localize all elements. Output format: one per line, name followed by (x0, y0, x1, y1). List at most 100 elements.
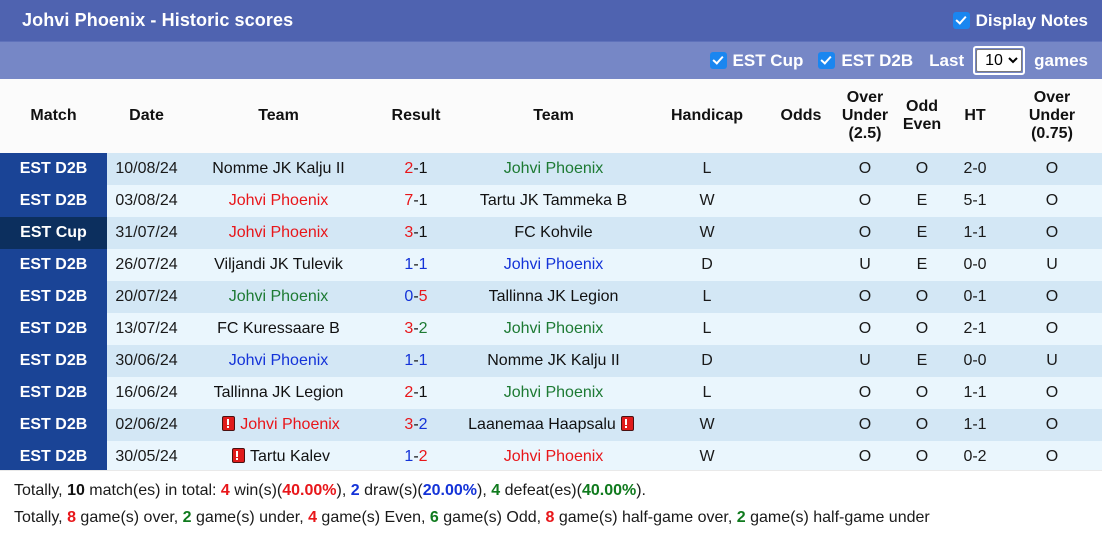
cell-home-team[interactable]: Johvi Phoenix (186, 216, 371, 249)
cell-odd-even: E (896, 216, 948, 249)
cell-league: EST D2B (0, 440, 107, 470)
league-badge: EST D2B (0, 376, 107, 409)
games-count-select[interactable]: 510152030 (976, 49, 1023, 72)
cell-away-team[interactable]: Johvi Phoenix (461, 440, 646, 470)
cell-over-under-075: O (1002, 408, 1102, 441)
cell-away-team[interactable]: Johvi Phoenix (461, 248, 646, 281)
cell-ht-score: 2-0 (948, 152, 1002, 185)
summary-line-results: Totally, 10 match(es) in total: 4 win(s)… (14, 477, 1102, 505)
cell-ht-score: 1-1 (948, 376, 1002, 409)
home-team-name: Nomme JK Kalju II (212, 159, 345, 177)
cell-league: EST D2B (0, 344, 107, 377)
red-card-icon (231, 447, 245, 463)
league-badge: EST D2B (0, 184, 107, 217)
cell-odds (768, 408, 834, 441)
table-row[interactable]: EST Cup 31/07/24 Johvi Phoenix 3-1 FC Kohvil… (0, 216, 1102, 249)
cell-away-team[interactable]: Nomme JK Kalju II (461, 344, 646, 377)
cell-home-team[interactable]: Nomme JK Kalju II (186, 152, 371, 185)
cell-over-under-075: O (1002, 280, 1102, 313)
historic-scores-panel: Johvi Phoenix - Historic scores Display … (0, 0, 1102, 540)
filter-est-d2b[interactable]: EST D2B (819, 51, 913, 71)
cell-date: 02/06/24 (107, 408, 186, 441)
home-team-name: FC Kuressaare B (217, 319, 340, 337)
cell-home-team[interactable]: Viljandi JK Tulevik (186, 248, 371, 281)
filter-est-cup[interactable]: EST Cup (710, 50, 804, 71)
col-over-under-25: Over Under (2.5) (834, 79, 896, 153)
cell-over-under-25: O (834, 312, 896, 345)
table-row[interactable]: EST D2B 20/07/24 Johvi Phoenix 0-5 Tallinna … (0, 280, 1102, 313)
cell-odd-even: O (896, 408, 948, 441)
cell-home-team[interactable]: Johvi Phoenix (186, 280, 371, 313)
cell-wdl: W (646, 440, 768, 470)
col-odd-even: Odd Even (896, 79, 948, 153)
cell-odd-even: E (896, 248, 948, 281)
display-notes-toggle[interactable]: Display Notes (953, 11, 1088, 31)
col-date: Date (107, 79, 186, 153)
cell-home-team[interactable]: Johvi Phoenix (186, 184, 371, 217)
cell-over-under-075: U (1002, 344, 1102, 377)
sum1-t8: ). (636, 481, 646, 499)
checkbox-checked-icon[interactable] (819, 53, 835, 68)
away-team-name: Tallinna JK Legion (488, 287, 619, 305)
cell-away-team[interactable]: Johvi Phoenix (461, 376, 646, 409)
summary-line-totals: Totally, 8 game(s) over, 2 game(s) under… (14, 504, 1102, 532)
score-home: 3 (404, 319, 414, 337)
cell-wdl: D (646, 248, 768, 281)
cell-league: EST D2B (0, 152, 107, 185)
cell-over-under-25: O (834, 216, 896, 249)
cell-away-team[interactable]: Johvi Phoenix (461, 312, 646, 345)
cell-date: 16/06/24 (107, 376, 186, 409)
score-home: 1 (404, 351, 414, 369)
cell-over-under-075: O (1002, 440, 1102, 470)
filter-est-cup-label: EST Cup (732, 50, 804, 70)
score-away: 1 (418, 191, 428, 209)
table-row[interactable]: EST D2B 10/08/24 Nomme JK Kalju II 2-1 Johvi… (0, 152, 1102, 185)
score-away: 2 (418, 319, 428, 337)
league-badge: EST D2B (0, 408, 107, 441)
table-row[interactable]: EST D2B 26/07/24 Viljandi JK Tulevik 1-1 Joh… (0, 248, 1102, 281)
cell-away-team[interactable]: Laanemaa Haapsalu (461, 408, 646, 441)
table-row[interactable]: EST D2B 02/06/24 Johvi Phoenix 3-2 Laanemaa … (0, 408, 1102, 441)
checkbox-checked-icon[interactable] (953, 13, 969, 28)
table-row[interactable]: EST D2B 30/05/24 Tartu Kalev 1-2 Johvi Phoen… (0, 440, 1102, 470)
score-away: 2 (418, 415, 428, 433)
cell-home-team[interactable]: Tallinna JK Legion (186, 376, 371, 409)
score-home: 3 (404, 415, 414, 433)
cell-odd-even: E (896, 184, 948, 217)
cell-result: 1-1 (371, 248, 461, 281)
col-ht: HT (948, 79, 1002, 153)
cell-home-team[interactable]: Tartu Kalev (186, 440, 371, 470)
cell-date: 10/08/24 (107, 152, 186, 185)
cell-over-under-075: U (1002, 248, 1102, 281)
sum1-wins: 4 (220, 481, 230, 499)
cell-over-under-075: O (1002, 184, 1102, 217)
cell-date: 13/07/24 (107, 312, 186, 345)
games-count-select-wrap[interactable]: 510152030 (973, 46, 1026, 75)
cell-away-team[interactable]: FC Kohvile (461, 216, 646, 249)
cell-odds (768, 184, 834, 217)
league-badge: EST D2B (0, 440, 107, 470)
cell-home-team[interactable]: Johvi Phoenix (186, 344, 371, 377)
cell-home-team[interactable]: FC Kuressaare B (186, 312, 371, 345)
cell-away-team[interactable]: Tallinna JK Legion (461, 280, 646, 313)
sum2-even: 4 (308, 509, 317, 527)
league-badge: EST D2B (0, 248, 107, 281)
sum2-t4: game(s) Even, (316, 509, 430, 527)
cell-over-under-075: O (1002, 216, 1102, 249)
checkbox-checked-icon[interactable] (710, 53, 726, 68)
table-row[interactable]: EST D2B 16/06/24 Tallinna JK Legion 2-1 Johv… (0, 376, 1102, 409)
table-row[interactable]: EST D2B 13/07/24 FC Kuressaare B 3-2 Johvi P… (0, 312, 1102, 345)
cell-date: 30/05/24 (107, 440, 186, 470)
cell-home-team[interactable]: Johvi Phoenix (186, 408, 371, 441)
cell-ht-score: 2-1 (948, 312, 1002, 345)
table-row[interactable]: EST D2B 30/06/24 Johvi Phoenix 1-1 Nomme JK … (0, 344, 1102, 377)
cell-over-under-075: O (1002, 152, 1102, 185)
cell-odds (768, 344, 834, 377)
cell-wdl: D (646, 344, 768, 377)
cell-over-under-25: U (834, 344, 896, 377)
cell-away-team[interactable]: Johvi Phoenix (461, 152, 646, 185)
cell-away-team[interactable]: Tartu JK Tammeka B (461, 184, 646, 217)
home-team-name: Johvi Phoenix (228, 223, 329, 241)
cell-ht-score: 0-0 (948, 344, 1002, 377)
table-row[interactable]: EST D2B 03/08/24 Johvi Phoenix 7-1 Tartu JK … (0, 184, 1102, 217)
